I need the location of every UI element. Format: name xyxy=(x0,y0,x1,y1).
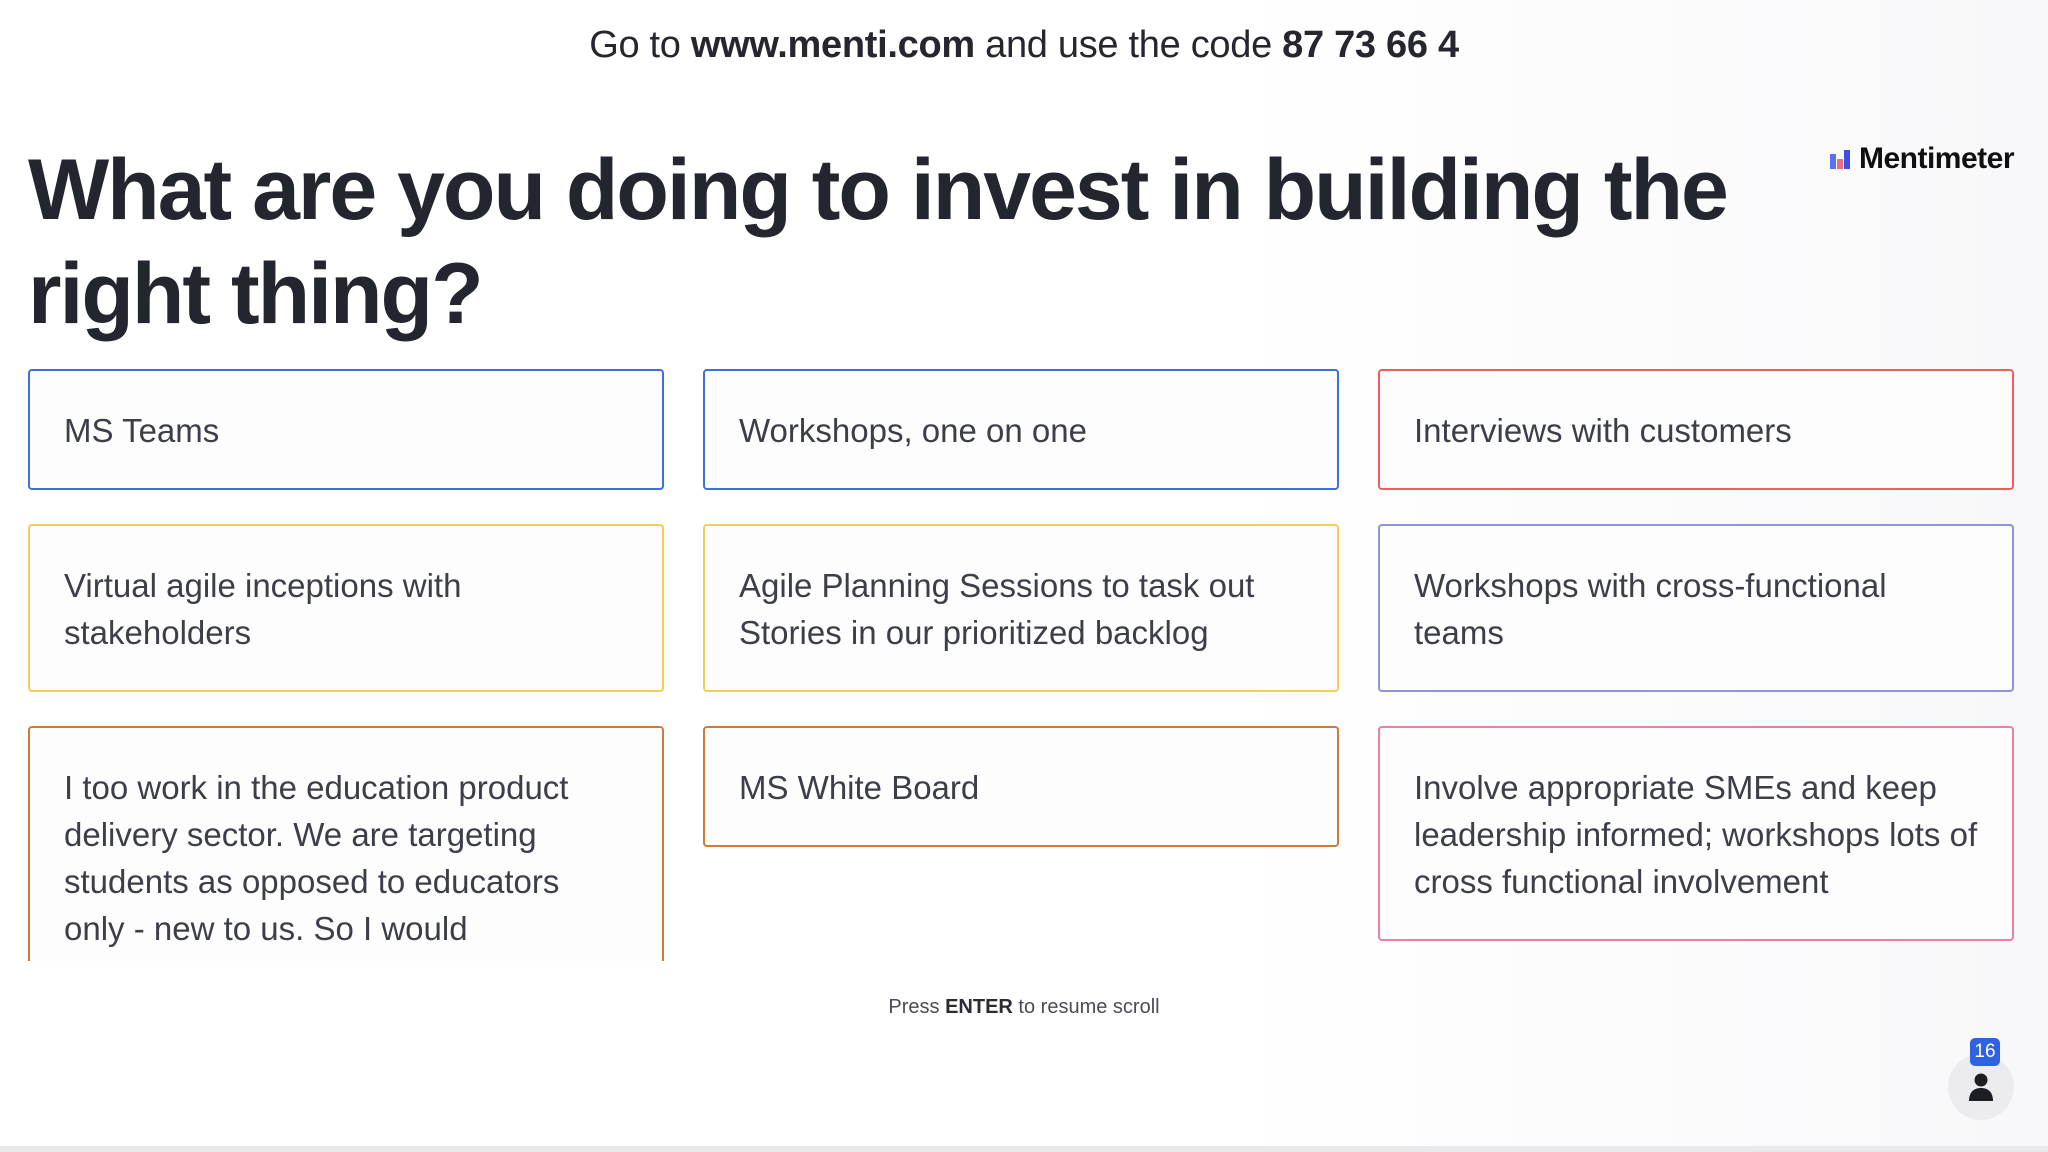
brand-name: Mentimeter xyxy=(1858,142,2015,175)
response-card: MS Teams xyxy=(28,369,664,490)
response-card: Workshops, one on one xyxy=(703,369,1339,490)
response-card: MS White Board xyxy=(703,726,1339,847)
response-card: Interviews with customers xyxy=(1378,369,2014,490)
resume-scroll-hint: Press ENTER to resume scroll xyxy=(0,996,2048,1019)
hint-prefix: Press xyxy=(888,996,946,1018)
bottom-strip xyxy=(0,1146,2048,1152)
join-middle: and use the code xyxy=(974,24,1283,66)
response-card: Virtual agile inceptions with stakeholde… xyxy=(28,524,664,692)
response-column: MS Teams Virtual agile inceptions with st… xyxy=(28,369,664,961)
participants-count-badge: 16 xyxy=(1970,1038,2000,1066)
join-prefix: Go to xyxy=(589,24,691,66)
mentimeter-brand: Mentimeter xyxy=(1829,142,2015,176)
responses-grid: MS Teams Virtual agile inceptions with st… xyxy=(28,369,2028,961)
hint-key: ENTER xyxy=(945,996,1013,1018)
mentimeter-logo-icon xyxy=(1829,150,1850,169)
response-card: I too work in the education product deli… xyxy=(28,726,664,961)
response-card: Agile Planning Sessions to task out Stor… xyxy=(703,524,1339,692)
response-column: Interviews with customers Workshops with … xyxy=(1378,369,2014,941)
join-url[interactable]: www.menti.com xyxy=(691,24,975,66)
response-column: Workshops, one on one Agile Planning Sess… xyxy=(703,369,1339,847)
hint-suffix: to resume scroll xyxy=(1012,996,1160,1018)
join-code: 87 73 66 4 xyxy=(1282,24,1459,66)
response-card: Workshops with cross-functional teams xyxy=(1378,524,2014,692)
responses-area[interactable]: MS Teams Virtual agile inceptions with st… xyxy=(28,369,2028,961)
response-card: Involve appropriate SMEs and keep leader… xyxy=(1378,726,2014,941)
join-instructions: Go to www.menti.com and use the code 87 … xyxy=(0,24,2048,67)
person-icon xyxy=(1969,1073,1993,1101)
presentation-slide: Go to www.menti.com and use the code 87 … xyxy=(0,0,2048,1152)
question-title: What are you doing to invest in building… xyxy=(28,142,1729,342)
